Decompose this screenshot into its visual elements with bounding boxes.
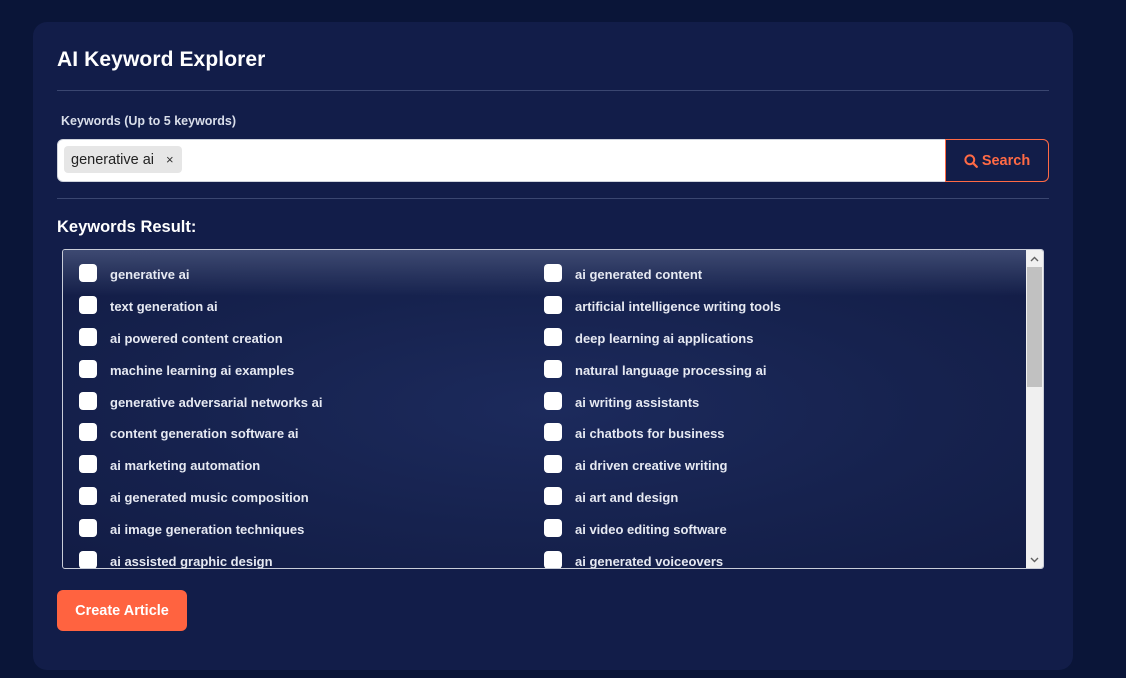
keyword-checkbox[interactable] <box>544 359 562 378</box>
keyword-results-list[interactable]: generative ai text generation ai ai powere… <box>62 249 1044 569</box>
search-row: generative ai × Search <box>57 139 1049 182</box>
keyword-checkbox[interactable] <box>544 519 562 538</box>
keyword-checkbox[interactable] <box>79 487 97 506</box>
keyword-tag-input[interactable]: generative ai × <box>57 139 946 182</box>
results-label: Keywords Result: <box>57 218 197 236</box>
keyword-label: ai art and design <box>575 490 679 506</box>
keyword-checkbox[interactable] <box>544 487 562 506</box>
search-divider <box>57 198 1049 199</box>
keyword-label: generative ai <box>110 267 190 282</box>
keyword-checkbox[interactable] <box>79 455 97 474</box>
keyword-item[interactable]: machine learning ai examples <box>79 359 322 392</box>
keyword-label: deep learning ai applications <box>575 330 754 346</box>
keyword-checkbox[interactable] <box>79 391 97 410</box>
keyword-checkbox[interactable] <box>544 423 562 442</box>
keyword-tag-label: generative ai <box>71 151 155 168</box>
keyword-checkbox[interactable] <box>79 295 97 314</box>
keyword-checkbox[interactable] <box>79 264 97 282</box>
keyword-item[interactable]: ai writing assistants <box>544 391 781 424</box>
scroll-up-icon[interactable] <box>1026 250 1043 267</box>
keyword-item[interactable]: generative adversarial networks ai <box>79 391 323 424</box>
search-button[interactable]: Search <box>945 139 1049 182</box>
keyword-checkbox[interactable] <box>544 264 562 282</box>
keyword-tag: generative ai × <box>64 146 182 173</box>
create-article-button[interactable]: Create Article <box>57 590 187 631</box>
results-scrollbar[interactable] <box>1026 250 1043 568</box>
keyword-label: content generation software ai <box>110 426 299 442</box>
search-icon <box>964 153 978 168</box>
keyword-item[interactable]: content generation software ai <box>79 423 322 455</box>
keyword-label: ai generated voiceovers <box>575 554 724 569</box>
keyword-item[interactable]: ai assisted graphic design <box>79 551 322 569</box>
keyword-label: natural language processing ai <box>575 362 767 378</box>
results-right-column: ai generated content artificial intellige… <box>544 264 781 569</box>
keyword-item[interactable]: ai generated music composition <box>79 487 322 519</box>
keyword-item[interactable]: natural language processing ai <box>544 359 781 392</box>
keyword-item[interactable]: ai art and design <box>544 487 781 519</box>
keyword-checkbox[interactable] <box>79 359 97 378</box>
results-left-column: generative ai text generation ai ai powere… <box>79 264 323 569</box>
keyword-label: ai driven creative writing <box>575 458 728 474</box>
keyword-item[interactable]: artificial intelligence writing tools <box>544 295 781 328</box>
remove-tag-icon[interactable]: × <box>166 152 174 167</box>
keyword-item[interactable]: text generation ai <box>79 295 322 328</box>
keyword-label: ai assisted graphic design <box>110 554 273 569</box>
keyword-checkbox[interactable] <box>544 327 562 346</box>
keyword-item[interactable]: ai powered content creation <box>79 327 322 360</box>
keyword-explorer-card: AI Keyword Explorer Keywords (Up to 5 ke… <box>33 22 1073 670</box>
keyword-label: ai writing assistants <box>575 394 700 410</box>
keyword-item[interactable]: ai driven creative writing <box>544 455 781 487</box>
keyword-checkbox[interactable] <box>544 391 562 410</box>
keyword-item[interactable]: ai video editing software <box>544 519 781 551</box>
keyword-label: text generation ai <box>110 298 218 314</box>
keyword-label: ai marketing automation <box>110 458 261 474</box>
keyword-label: ai generated music composition <box>110 490 309 506</box>
keyword-label: ai generated content <box>575 267 703 282</box>
keyword-label: ai chatbots for business <box>575 426 725 442</box>
keyword-item[interactable]: generative ai <box>79 264 322 296</box>
keyword-checkbox[interactable] <box>79 519 97 538</box>
keyword-checkbox[interactable] <box>79 423 97 442</box>
keyword-checkbox[interactable] <box>79 327 97 346</box>
keyword-label: ai image generation techniques <box>110 522 305 538</box>
keyword-item[interactable]: ai generated voiceovers <box>544 551 781 569</box>
scroll-thumb[interactable] <box>1027 267 1042 387</box>
search-button-label: Search <box>981 152 1031 169</box>
scroll-down-icon[interactable] <box>1026 551 1043 568</box>
keyword-label: ai powered content creation <box>110 330 283 346</box>
keyword-item[interactable]: ai chatbots for business <box>544 423 781 455</box>
keywords-label: Keywords (Up to 5 keywords) <box>61 114 237 128</box>
keyword-checkbox[interactable] <box>544 295 562 314</box>
keyword-label: machine learning ai examples <box>110 362 295 378</box>
keyword-item[interactable]: deep learning ai applications <box>544 327 781 360</box>
keyword-checkbox[interactable] <box>544 551 562 568</box>
keyword-label: generative adversarial networks ai <box>110 394 323 410</box>
keyword-label: ai video editing software <box>575 522 727 538</box>
page-title: AI Keyword Explorer <box>57 48 266 71</box>
keyword-checkbox[interactable] <box>79 551 97 568</box>
keyword-item[interactable]: ai image generation techniques <box>79 519 322 551</box>
keyword-checkbox[interactable] <box>544 455 562 474</box>
keyword-item[interactable]: ai generated content <box>544 264 781 296</box>
keyword-results-content: generative ai text generation ai ai powere… <box>63 250 1025 568</box>
keyword-label: artificial intelligence writing tools <box>575 298 781 314</box>
title-divider <box>57 90 1049 91</box>
keyword-item[interactable]: ai marketing automation <box>79 455 322 487</box>
